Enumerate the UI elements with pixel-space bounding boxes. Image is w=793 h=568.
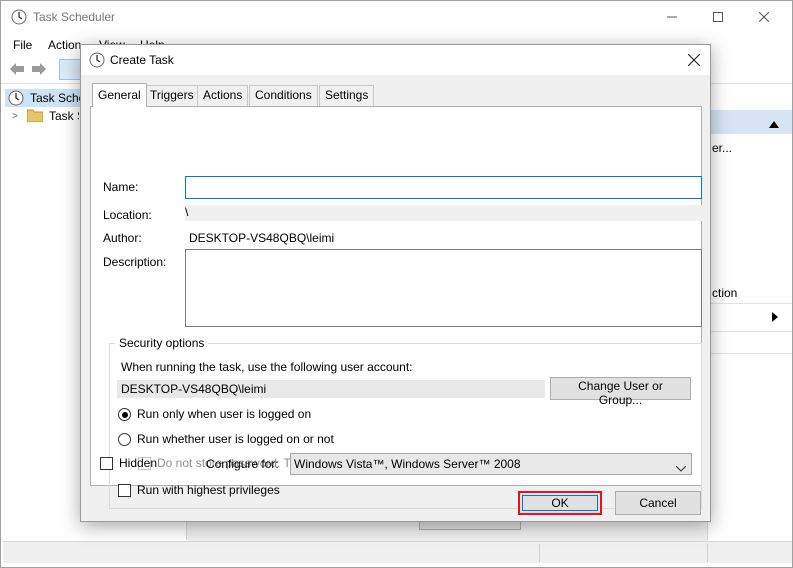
- run-only-logged-on-radio[interactable]: [118, 408, 131, 421]
- dialog-title: Create Task: [110, 53, 174, 67]
- collapse-up-icon[interactable]: [769, 117, 779, 131]
- submenu-arrow-icon[interactable]: [772, 311, 778, 325]
- status-divider: [539, 544, 540, 562]
- create-task-dialog: Create Task General Triggers Actions Con…: [80, 44, 711, 522]
- user-account-field: DESKTOP-VS48QBQ\leimi: [117, 380, 545, 398]
- status-bar: [3, 541, 792, 563]
- highest-privileges-label[interactable]: Run with highest privileges: [137, 483, 280, 497]
- security-options-legend: Security options: [115, 336, 209, 350]
- tab-triggers[interactable]: Triggers: [144, 85, 200, 106]
- tree-root-item[interactable]: Task Scheduler (Local): [5, 89, 81, 107]
- menu-file[interactable]: File: [13, 38, 32, 52]
- maximize-button[interactable]: [695, 1, 741, 33]
- hidden-label[interactable]: Hidden: [119, 456, 157, 470]
- clock-icon: [89, 52, 105, 71]
- configure-for-label: Configure for:: [206, 457, 279, 471]
- actions-divider: [707, 303, 792, 304]
- dialog-close-button[interactable]: [683, 49, 705, 71]
- ok-button[interactable]: OK: [518, 491, 602, 515]
- main-window-title: Task Scheduler: [33, 10, 116, 24]
- clock-icon: [8, 90, 24, 109]
- configure-for-value: Windows Vista™, Windows Server™ 2008: [294, 457, 521, 471]
- forward-arrow-icon[interactable]: [31, 62, 47, 79]
- author-value: DESKTOP-VS48QBQ\leimi: [189, 231, 335, 245]
- tab-conditions[interactable]: Conditions: [249, 85, 318, 106]
- show-hide-console-tree-icon[interactable]: [59, 59, 81, 80]
- main-close-button[interactable]: [741, 1, 787, 33]
- minimize-icon: [667, 16, 677, 18]
- hidden-checkbox[interactable]: [100, 457, 113, 470]
- actions-item-fragment-2[interactable]: ction: [712, 286, 737, 300]
- minimize-button[interactable]: [649, 1, 695, 33]
- actions-divider: [707, 331, 792, 332]
- tab-label: Triggers: [150, 88, 194, 102]
- chevron-right-icon[interactable]: >: [12, 111, 18, 122]
- actions-header[interactable]: [707, 110, 792, 134]
- account-prompt: When running the task, use the following…: [121, 360, 413, 374]
- highest-privileges-checkbox[interactable]: [118, 484, 131, 497]
- actions-item-fragment-1[interactable]: er...: [712, 141, 732, 155]
- tab-label: Conditions: [255, 88, 312, 102]
- general-tab-page: Name: Location: \ Author: DESKTOP-VS48QB…: [90, 106, 702, 509]
- tree-child-label[interactable]: Task Scheduler Library: [49, 109, 79, 123]
- close-icon: [759, 12, 769, 22]
- user-account-value: DESKTOP-VS48QBQ\leimi: [121, 382, 267, 396]
- tab-label: General: [98, 88, 141, 102]
- dialog-title-bar: Create Task: [81, 45, 710, 75]
- run-only-logged-on-label[interactable]: Run only when user is logged on: [137, 407, 311, 421]
- run-whether-logged-on-radio[interactable]: [118, 433, 131, 446]
- tab-label: Actions: [203, 88, 243, 102]
- chevron-down-icon: [675, 461, 687, 475]
- change-user-or-group-button[interactable]: Change User or Group...: [550, 377, 691, 407]
- tab-settings[interactable]: Settings: [319, 85, 375, 106]
- cancel-button[interactable]: Cancel: [615, 491, 701, 515]
- ok-label: OK: [551, 496, 569, 510]
- name-input[interactable]: [185, 176, 702, 199]
- menu-action[interactable]: Action: [48, 38, 81, 52]
- author-label: Author:: [103, 231, 142, 245]
- configure-for-select[interactable]: Windows Vista™, Windows Server™ 2008: [290, 453, 692, 475]
- back-arrow-icon[interactable]: [9, 62, 25, 79]
- tree-root-label: Task Scheduler (Local): [30, 91, 80, 105]
- location-field: \: [185, 205, 702, 221]
- location-label: Location:: [103, 208, 152, 222]
- folder-icon: [26, 108, 44, 125]
- tab-general[interactable]: General: [92, 83, 147, 107]
- description-label: Description:: [103, 255, 167, 269]
- tab-actions[interactable]: Actions: [197, 85, 249, 106]
- name-label: Name:: [103, 180, 139, 194]
- clock-icon: [11, 9, 27, 28]
- actions-divider: [707, 353, 792, 354]
- main-title-bar: Task Scheduler: [1, 1, 792, 33]
- run-whether-logged-on-label[interactable]: Run whether user is logged on or not: [137, 432, 334, 446]
- tab-label: Settings: [325, 88, 369, 102]
- maximize-icon: [713, 12, 723, 22]
- description-textarea[interactable]: [185, 249, 702, 327]
- close-icon: [687, 53, 701, 67]
- status-divider: [707, 544, 708, 562]
- location-value: \: [185, 205, 189, 219]
